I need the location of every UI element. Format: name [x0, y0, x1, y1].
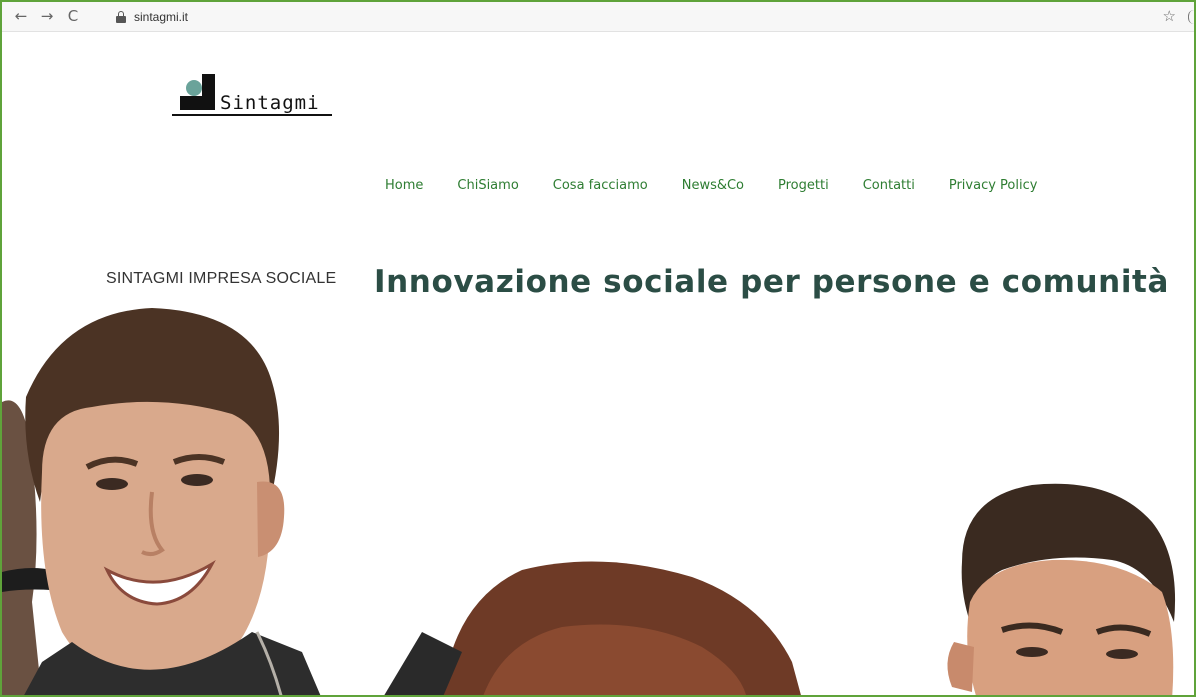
menu-item-chisiamo[interactable]: ChiSiamo: [457, 178, 518, 193]
menu-item-home[interactable]: Home: [385, 178, 423, 193]
browser-toolbar: ← → C sintagmi.it ☆: [2, 2, 1194, 32]
arrow-right-icon[interactable]: →: [38, 7, 56, 25]
logo-underline: [172, 114, 332, 116]
extension-icon[interactable]: [1188, 10, 1194, 24]
main-menu: Home ChiSiamo Cosa facciamo News&Co Prog…: [385, 178, 1071, 193]
menu-item-cosa-facciamo[interactable]: Cosa facciamo: [553, 178, 648, 193]
reload-icon[interactable]: C: [64, 7, 82, 25]
menu-item-news[interactable]: News&Co: [682, 178, 744, 193]
hero-image: [2, 302, 1194, 695]
screenshot-frame: ← → C sintagmi.it ☆ Sintagmi Home ChiSia…: [0, 0, 1196, 697]
logo-dot: [186, 80, 202, 96]
arrow-left-icon[interactable]: ←: [12, 7, 30, 25]
logo-text: Sintagmi: [220, 92, 320, 114]
lock-icon: [116, 11, 126, 23]
star-icon[interactable]: ☆: [1163, 7, 1176, 25]
url-text: sintagmi.it: [134, 10, 189, 24]
page-headline: Innovazione sociale per persone e comuni…: [374, 264, 1169, 300]
address-bar[interactable]: sintagmi.it: [106, 6, 1182, 28]
menu-item-privacy-policy[interactable]: Privacy Policy: [949, 178, 1038, 193]
logo-bar-shape: [202, 74, 215, 110]
menu-item-contatti[interactable]: Contatti: [863, 178, 915, 193]
menu-item-progetti[interactable]: Progetti: [778, 178, 829, 193]
site-logo[interactable]: Sintagmi: [172, 68, 372, 122]
tagline: SINTAGMI IMPRESA SOCIALE: [106, 270, 337, 287]
